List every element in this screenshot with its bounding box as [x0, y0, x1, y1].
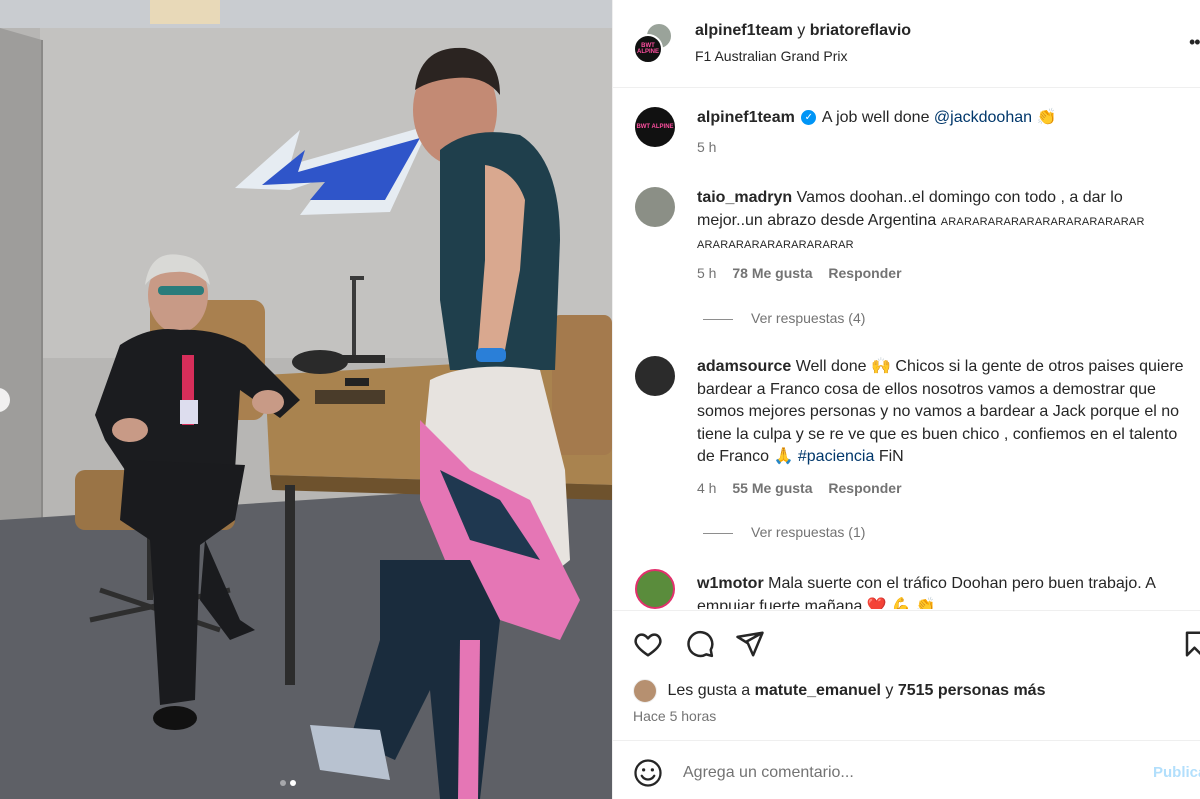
- post-actions: Les gusta a matute_emanuel y 7515 person…: [613, 610, 1200, 740]
- view-replies-button[interactable]: Ver respuestas (4): [703, 310, 865, 326]
- username-link[interactable]: adamsource: [697, 358, 791, 375]
- alpine-logo: BWT ALPINE: [636, 43, 659, 55]
- carousel-dot: [280, 780, 286, 786]
- reply-button[interactable]: Responder: [828, 480, 901, 496]
- comments-list[interactable]: BWT ALPINE alpinef1team ✓ A job well don…: [613, 89, 1200, 609]
- username-link[interactable]: alpinef1team: [697, 109, 795, 126]
- emoji-smiley-icon[interactable]: [633, 758, 663, 788]
- replies-divider: [703, 318, 733, 320]
- username-link[interactable]: briatoreflavio: [810, 22, 911, 39]
- comment-time[interactable]: 5 h: [697, 139, 716, 155]
- comment-text: w1motor Mala suerte con el tráfico Dooha…: [697, 573, 1187, 609]
- share-icon[interactable]: [735, 629, 765, 659]
- avatar[interactable]: [635, 569, 675, 609]
- username-link[interactable]: taio_madryn: [697, 189, 792, 206]
- avatar[interactable]: BWT ALPINE: [635, 107, 675, 147]
- reply-button[interactable]: Responder: [828, 265, 901, 281]
- liker-avatar[interactable]: [633, 679, 657, 703]
- emoji: 🙏: [773, 448, 794, 465]
- emoji: ❤️ 💪 👏: [866, 597, 936, 610]
- comment-meta: 5 h: [697, 139, 728, 155]
- emoji: 🙌: [871, 358, 891, 375]
- emoji: 👏: [1036, 109, 1057, 126]
- caption-text: alpinef1team ✓ A job well done @jackdooh…: [697, 107, 1187, 130]
- comment-body-caps: ARARARARARARARARARAR: [697, 239, 854, 251]
- username-link[interactable]: alpinef1team: [695, 22, 793, 39]
- comment-icon[interactable]: [685, 629, 715, 659]
- post-header: BWT ALPINE alpinef1team y briatoreflavio…: [613, 0, 1200, 88]
- comment-time[interactable]: 4 h: [697, 480, 716, 496]
- replies-divider: [703, 532, 733, 534]
- comment-text: adamsource Well done 🙌 Chicos si la gent…: [697, 356, 1187, 469]
- collab-avatars[interactable]: BWT ALPINE: [633, 22, 675, 64]
- comment-input[interactable]: [683, 759, 1133, 787]
- post-side-panel: BWT ALPINE alpinef1team y briatoreflavio…: [612, 0, 1200, 799]
- comment-meta: 5 h 78 Me gusta Responder: [697, 265, 914, 281]
- likes-summary[interactable]: Les gusta a matute_emanuel y 7515 person…: [633, 679, 1045, 703]
- comment-body: Well done: [795, 358, 867, 375]
- username-link[interactable]: matute_emanuel: [755, 682, 881, 699]
- post-timestamp[interactable]: Hace 5 horas: [633, 708, 716, 724]
- likes-others-link[interactable]: 7515 personas más: [898, 682, 1046, 699]
- post-comment-button[interactable]: Publicar: [1153, 764, 1200, 781]
- carousel-dots: [280, 780, 296, 786]
- avatar-alpinef1team[interactable]: BWT ALPINE: [633, 34, 663, 64]
- verified-badge-icon: ✓: [801, 110, 817, 126]
- comment-time[interactable]: 5 h: [697, 265, 716, 281]
- caption-body: A job well done: [821, 109, 930, 126]
- collab-usernames: alpinef1team y briatoreflavio: [695, 22, 911, 40]
- likes-prefix: Les gusta a: [667, 682, 751, 700]
- comment-body: FiN: [878, 448, 904, 465]
- alpine-logo: BWT ALPINE: [636, 124, 674, 130]
- comment-body-caps: ARARARARARARARARARARARARAR: [940, 215, 1145, 228]
- mention-link[interactable]: @jackdoohan: [934, 109, 1032, 126]
- comment-likes[interactable]: 55 Me gusta: [732, 480, 812, 496]
- view-replies-label: Ver respuestas (4): [751, 310, 866, 326]
- photo-scene: [0, 0, 612, 799]
- view-replies-label: Ver respuestas (1): [751, 524, 866, 540]
- more-options-icon[interactable]: •••: [1189, 32, 1200, 53]
- post-photo[interactable]: [0, 0, 612, 799]
- likes-joiner: y: [885, 682, 894, 700]
- bookmark-icon[interactable]: [1183, 629, 1200, 659]
- comment-text: taio_madryn Vamos doohan..el domingo con…: [697, 187, 1187, 257]
- location-link[interactable]: F1 Australian Grand Prix: [695, 48, 848, 64]
- add-comment-bar: Publicar: [613, 740, 1200, 799]
- view-replies-button[interactable]: Ver respuestas (1): [703, 524, 865, 540]
- avatar[interactable]: [635, 356, 675, 396]
- comment-likes[interactable]: 78 Me gusta: [732, 265, 812, 281]
- username-link[interactable]: w1motor: [697, 575, 764, 592]
- comment-meta: 4 h 55 Me gusta Responder: [697, 480, 914, 496]
- heart-icon[interactable]: [633, 629, 663, 659]
- hashtag-link[interactable]: #paciencia: [798, 448, 875, 465]
- joiner-text: y: [797, 22, 806, 39]
- avatar[interactable]: [635, 187, 675, 227]
- carousel-dot-active: [290, 780, 296, 786]
